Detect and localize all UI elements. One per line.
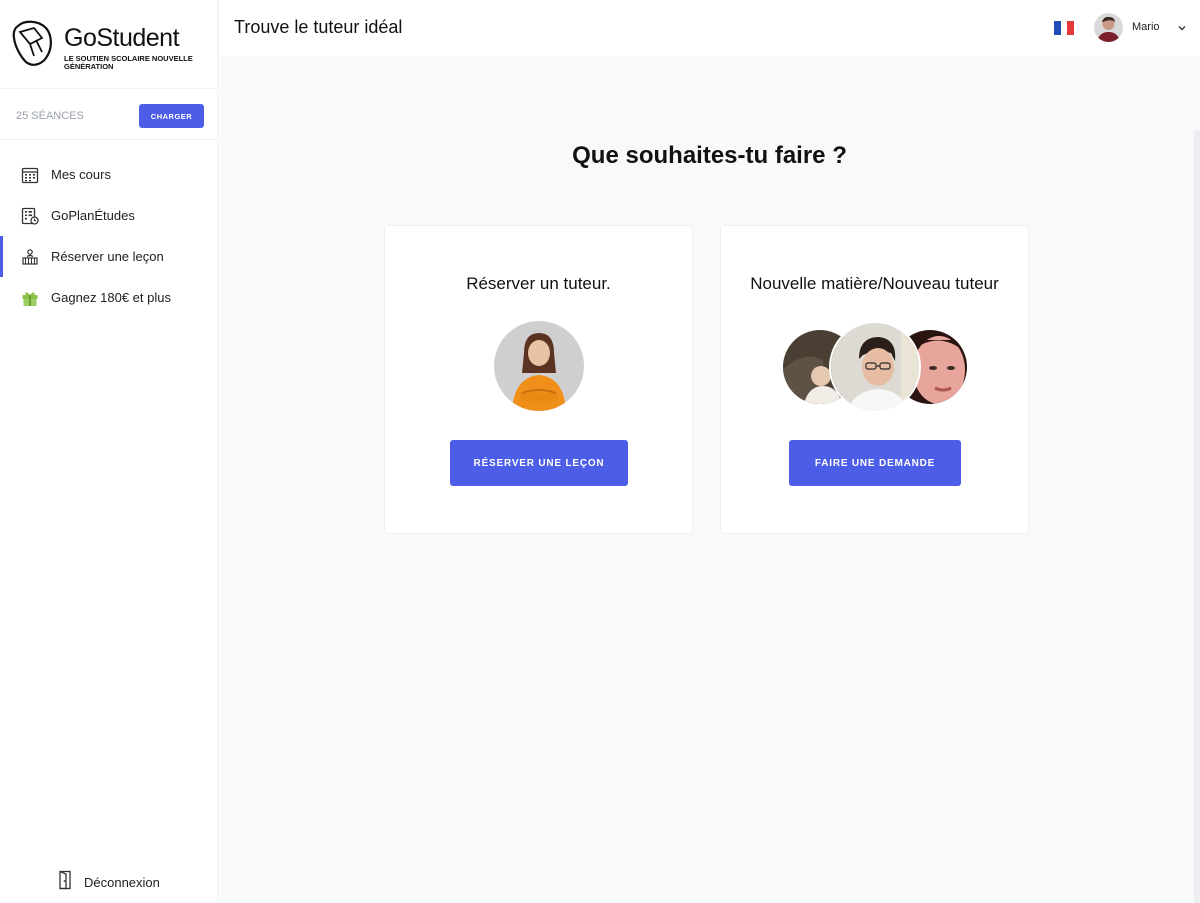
scrollbar[interactable]	[1194, 130, 1200, 903]
user-name[interactable]: Mario	[1132, 21, 1160, 33]
study-plan-icon	[21, 207, 39, 225]
logout-door-icon	[58, 870, 74, 895]
brand-name: GoStudent	[64, 24, 180, 52]
charger-button[interactable]: CHARGER	[139, 104, 204, 128]
new-subject-card: Nouvelle matière/Nouveau tuteur FAIRE UN…	[720, 225, 1029, 534]
card-title: Réserver un tuteur.	[466, 274, 611, 293]
brand-logo[interactable]: GoStudent LE SOUTIEN SCOLAIRE NOUVELLE G…	[12, 18, 212, 80]
tutor-photo	[494, 321, 584, 411]
brand-tagline: LE SOUTIEN SCOLAIRE NOUVELLE GÉNÉRATION	[64, 54, 193, 71]
top-header: Trouve le tuteur idéal Mario	[219, 0, 1200, 56]
sidebar: GoStudent LE SOUTIEN SCOLAIRE NOUVELLE G…	[0, 0, 218, 903]
france-flag-icon[interactable]	[1054, 21, 1075, 35]
sidebar-nav: Mes cours GoPlanÉtudes Réserver une leço…	[0, 154, 218, 318]
book-lesson-icon	[21, 248, 39, 266]
sessions-panel: 25 SÉANCES CHARGER	[0, 88, 218, 140]
logout-button[interactable]: Déconnexion	[58, 870, 160, 895]
sidebar-item-gagnez[interactable]: Gagnez 180€ et plus	[0, 277, 218, 318]
gostudent-logo-icon	[12, 20, 52, 66]
sidebar-item-goplanetudes[interactable]: GoPlanÉtudes	[0, 195, 218, 236]
main-question: Que souhaites-tu faire ?	[572, 142, 847, 169]
sidebar-item-reserver-une-lecon[interactable]: Réserver une leçon	[0, 236, 218, 277]
sidebar-item-mes-cours[interactable]: Mes cours	[0, 154, 218, 195]
tutor-photo-center	[829, 321, 921, 413]
book-tutor-card: Réserver un tuteur. RÉSERVER UNE LEÇON	[384, 225, 693, 534]
chevron-down-icon[interactable]	[1177, 20, 1187, 38]
book-lesson-button[interactable]: RÉSERVER UNE LEÇON	[450, 440, 628, 486]
calendar-icon	[21, 166, 39, 184]
sidebar-item-label: Mes cours	[51, 167, 111, 182]
user-avatar[interactable]	[1094, 13, 1123, 42]
sidebar-item-label: Gagnez 180€ et plus	[51, 290, 171, 305]
logout-label: Déconnexion	[84, 875, 160, 890]
sidebar-item-label: Réserver une leçon	[51, 249, 164, 264]
card-title: Nouvelle matière/Nouveau tuteur	[750, 274, 999, 293]
sidebar-item-label: GoPlanÉtudes	[51, 208, 135, 223]
gift-icon	[21, 289, 39, 307]
page-title: Trouve le tuteur idéal	[234, 17, 403, 37]
sessions-count: 25 SÉANCES	[16, 110, 84, 122]
make-request-button[interactable]: FAIRE UNE DEMANDE	[789, 440, 961, 486]
